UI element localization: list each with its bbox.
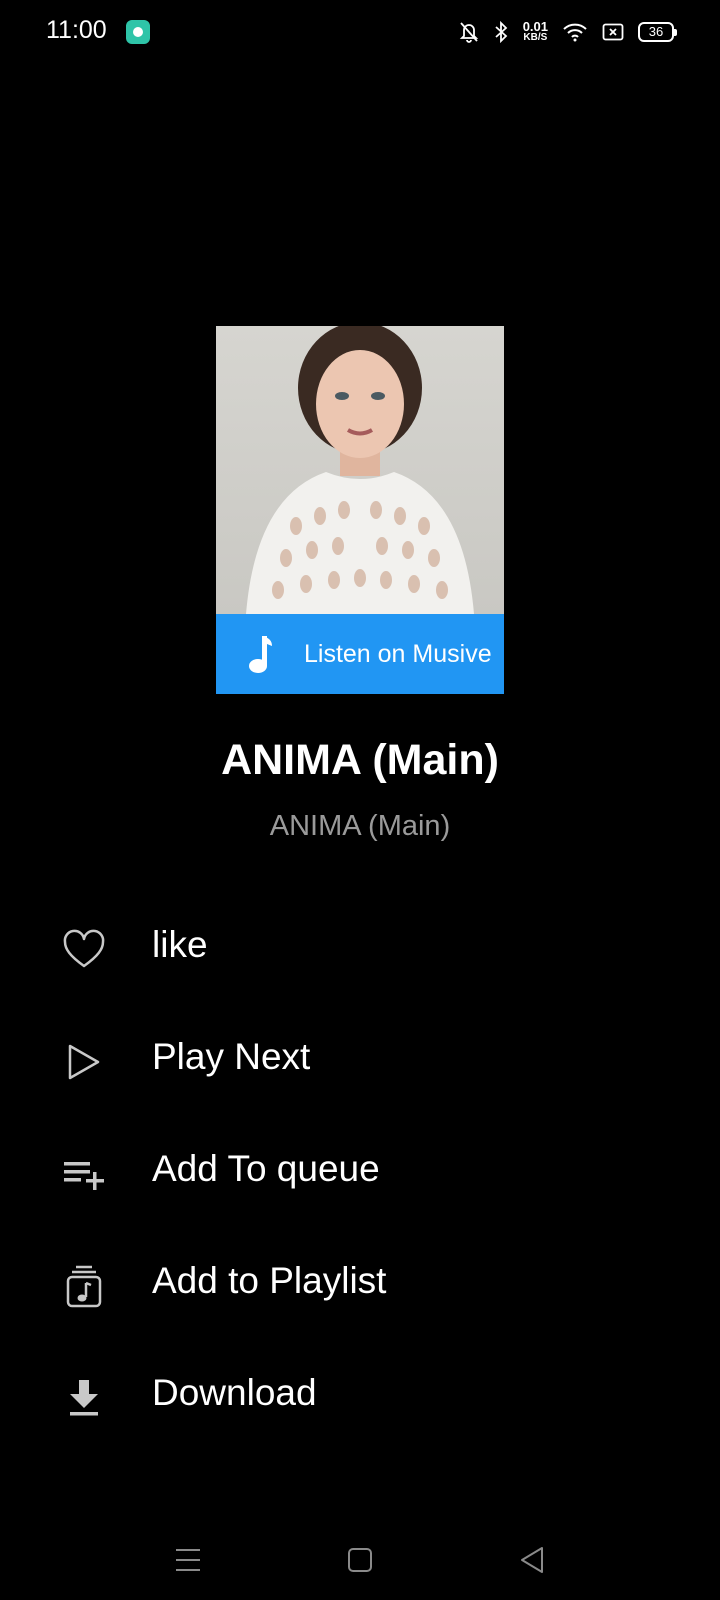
menu-item-like[interactable]: like — [0, 890, 720, 1002]
wifi-icon — [563, 23, 587, 42]
recents-menu-icon[interactable] — [168, 1540, 208, 1580]
playlist-music-icon — [66, 1265, 102, 1308]
app-notification-icon — [126, 20, 150, 44]
net-speed: 0.01 KB/S — [522, 19, 548, 43]
status-icons: 0.01 KB/S 36 — [459, 18, 677, 46]
track-subtitle: ANIMA (Main) — [269, 810, 451, 842]
album-artwork[interactable]: Listen on Musive — [216, 326, 504, 694]
add-to-queue-icon — [64, 1162, 104, 1190]
mute-bell-icon — [459, 22, 478, 43]
menu-item-label: Add To queue — [152, 1148, 380, 1189]
menu-item-add-to-playlist[interactable]: Add to Playlist — [0, 1226, 720, 1338]
screen: 11:00 0.01 KB/S 36 Listen on Musive ANIM… — [0, 0, 720, 1600]
status-time: 11:00 — [46, 16, 107, 44]
menu-item-label: Download — [152, 1372, 317, 1413]
home-square-icon[interactable] — [340, 1540, 380, 1580]
listen-on-musive-banner[interactable]: Listen on Musive — [216, 614, 504, 694]
sim-blocked-icon — [602, 23, 624, 41]
net-speed-unit: KB/S — [523, 32, 548, 43]
menu-item-download[interactable]: Download — [0, 1338, 720, 1450]
back-triangle-icon[interactable] — [512, 1540, 552, 1580]
heart-icon — [63, 929, 105, 968]
system-nav-bar — [0, 1520, 720, 1600]
battery-indicator: 36 — [638, 22, 677, 42]
menu-item-label: Play Next — [152, 1036, 311, 1077]
menu-item-label: like — [152, 924, 208, 965]
menu-item-label: Add to Playlist — [152, 1260, 387, 1301]
listen-on-musive-label: Listen on Musive — [304, 640, 492, 668]
track-title: ANIMA (Main) — [221, 736, 499, 784]
music-note-icon — [249, 636, 272, 673]
net-speed-value: 0.01 — [522, 19, 548, 34]
bluetooth-icon — [495, 20, 507, 44]
menu-item-add-to-queue[interactable]: Add To queue — [0, 1114, 720, 1226]
album-photo — [216, 326, 504, 614]
menu-item-play-next[interactable]: Play Next — [0, 1002, 720, 1114]
play-outline-icon — [68, 1044, 100, 1080]
download-icon — [70, 1380, 98, 1416]
status-bar: 11:00 0.01 KB/S 36 — [0, 0, 720, 64]
